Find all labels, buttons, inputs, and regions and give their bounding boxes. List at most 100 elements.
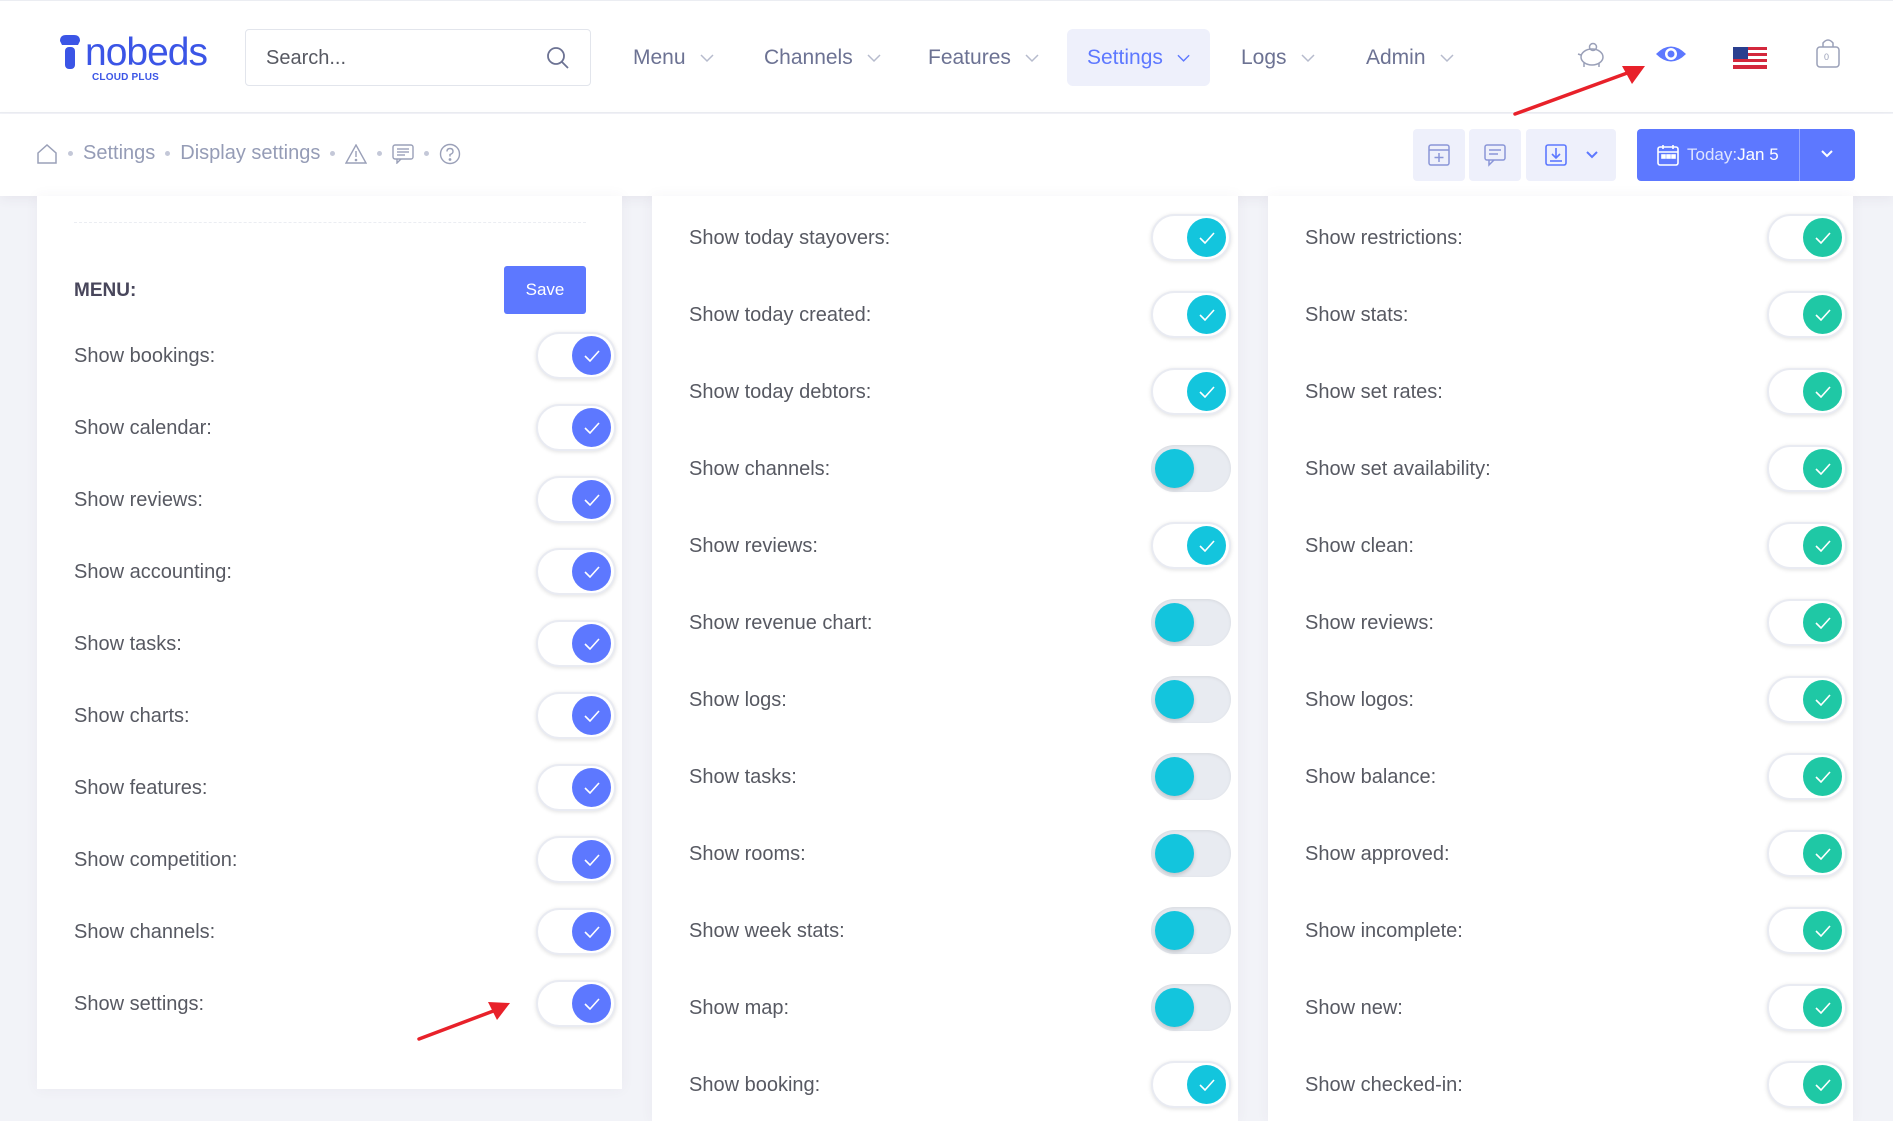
export-dropdown-button[interactable]	[1526, 129, 1616, 181]
comment-icon[interactable]	[392, 143, 415, 164]
breadcrumb-settings[interactable]: Settings	[83, 142, 155, 165]
toggle-row: Show logos:	[1305, 676, 1849, 726]
add-booking-button[interactable]	[1413, 129, 1465, 181]
check-icon	[583, 853, 600, 866]
toggle-switch[interactable]	[1151, 907, 1231, 954]
toggle-row: Show new:	[1305, 984, 1849, 1034]
check-icon	[1814, 539, 1831, 552]
toggle-switch[interactable]	[1151, 753, 1231, 800]
eye-icon[interactable]	[1655, 43, 1687, 70]
toggle-switch[interactable]	[536, 332, 616, 379]
toggle-switch[interactable]	[1151, 1061, 1231, 1108]
breadcrumb-display-settings[interactable]: Display settings	[180, 142, 320, 165]
toggle-switch[interactable]	[1767, 445, 1847, 492]
warning-icon[interactable]	[345, 143, 368, 164]
toggle-switch[interactable]	[536, 836, 616, 883]
toggle-knob	[1803, 295, 1842, 334]
toggle-knob	[1803, 988, 1842, 1027]
search-input[interactable]	[266, 46, 536, 70]
toggle-switch[interactable]	[1151, 830, 1231, 877]
toggle-switch[interactable]	[1151, 214, 1231, 261]
cart-icon[interactable]: 0	[1815, 37, 1841, 74]
toggle-switch[interactable]	[1767, 214, 1847, 261]
toggle-switch[interactable]	[1767, 753, 1847, 800]
check-icon	[1198, 308, 1215, 321]
toggle-switch[interactable]	[1767, 291, 1847, 338]
help-icon[interactable]	[439, 143, 461, 165]
check-icon	[1814, 1001, 1831, 1014]
toggle-switch[interactable]	[1151, 368, 1231, 415]
toggle-switch[interactable]	[536, 476, 616, 523]
toggle-label: Show rooms:	[689, 843, 806, 865]
toggle-label: Show today debtors:	[689, 381, 872, 403]
toggle-switch[interactable]	[536, 548, 616, 595]
chevron-down-icon[interactable]	[1821, 150, 1833, 158]
section-divider	[74, 222, 586, 223]
nav-settings-label: Settings	[1087, 45, 1163, 69]
toggle-label: Show today stayovers:	[689, 227, 891, 249]
toggle-knob	[1187, 372, 1226, 411]
nav-logs[interactable]: Logs	[1221, 29, 1335, 86]
toggle-label: Show tasks:	[74, 633, 182, 655]
toggle-row: Show calendar:	[74, 404, 618, 454]
toggle-knob	[1803, 526, 1842, 565]
toggle-switch[interactable]	[1767, 676, 1847, 723]
toggle-switch[interactable]	[1151, 522, 1231, 569]
toggle-switch[interactable]	[536, 764, 616, 811]
toggle-label: Show restrictions:	[1305, 227, 1463, 249]
toggle-label: Show incomplete:	[1305, 920, 1463, 942]
toggle-row: Show booking:	[689, 1061, 1233, 1111]
toggle-row: Show set availability:	[1305, 445, 1849, 495]
toggle-switch[interactable]	[1767, 984, 1847, 1031]
toggle-switch[interactable]	[536, 980, 616, 1027]
toggle-switch[interactable]	[1151, 445, 1231, 492]
save-button[interactable]: Save	[504, 266, 586, 314]
logo[interactable]: nobeds CLOUD PLUS	[58, 33, 208, 83]
toggle-knob	[1187, 526, 1226, 565]
check-icon	[1814, 847, 1831, 860]
toggle-knob	[1155, 603, 1194, 642]
toggle-row: Show competition:	[74, 836, 618, 886]
date-value: Jan 5	[1737, 145, 1779, 164]
chevron-down-icon	[1586, 151, 1598, 159]
nav-menu[interactable]: Menu	[613, 29, 734, 86]
toggle-row: Show map:	[689, 984, 1233, 1034]
toggle-switch[interactable]	[1767, 830, 1847, 877]
toggle-knob	[572, 840, 611, 879]
toggle-row: Show settings:	[74, 980, 618, 1030]
toggle-switch[interactable]	[536, 692, 616, 739]
date-picker-button[interactable]: Today:Jan 5	[1637, 129, 1855, 181]
toggle-switch[interactable]	[536, 620, 616, 667]
toggle-switch[interactable]	[1767, 907, 1847, 954]
toggle-switch[interactable]	[1151, 291, 1231, 338]
toggle-switch[interactable]	[536, 908, 616, 955]
nav-features[interactable]: Features	[908, 29, 1059, 86]
nav-admin[interactable]: Admin	[1346, 29, 1474, 86]
toggle-switch[interactable]	[1151, 599, 1231, 646]
toggle-switch[interactable]	[1767, 522, 1847, 569]
search-icon[interactable]	[546, 46, 570, 75]
download-icon	[1545, 144, 1567, 166]
toggle-label: Show settings:	[74, 993, 205, 1015]
home-icon[interactable]	[36, 143, 58, 165]
breadcrumb-separator	[68, 151, 73, 156]
toggle-label: Show checked-in:	[1305, 1074, 1463, 1096]
toggle-knob	[1187, 218, 1226, 257]
toggle-knob	[572, 768, 611, 807]
toggle-switch[interactable]	[1767, 1061, 1847, 1108]
toggle-row: Show tasks:	[74, 620, 618, 670]
nav-settings[interactable]: Settings	[1067, 29, 1210, 86]
toggle-switch[interactable]	[1151, 984, 1231, 1031]
subheader: Settings Display settings Today:Jan 5	[0, 114, 1893, 196]
toggle-knob	[572, 696, 611, 735]
toggle-switch[interactable]	[1767, 599, 1847, 646]
toggle-row: Show clean:	[1305, 522, 1849, 572]
toggle-switch[interactable]	[1151, 676, 1231, 723]
toggle-label: Show reviews:	[1305, 612, 1434, 634]
toggle-switch[interactable]	[536, 404, 616, 451]
piggy-bank-icon[interactable]	[1576, 39, 1608, 76]
messages-button[interactable]	[1469, 129, 1521, 181]
us-flag-icon[interactable]	[1733, 47, 1767, 74]
nav-channels[interactable]: Channels	[744, 29, 901, 86]
toggle-switch[interactable]	[1767, 368, 1847, 415]
